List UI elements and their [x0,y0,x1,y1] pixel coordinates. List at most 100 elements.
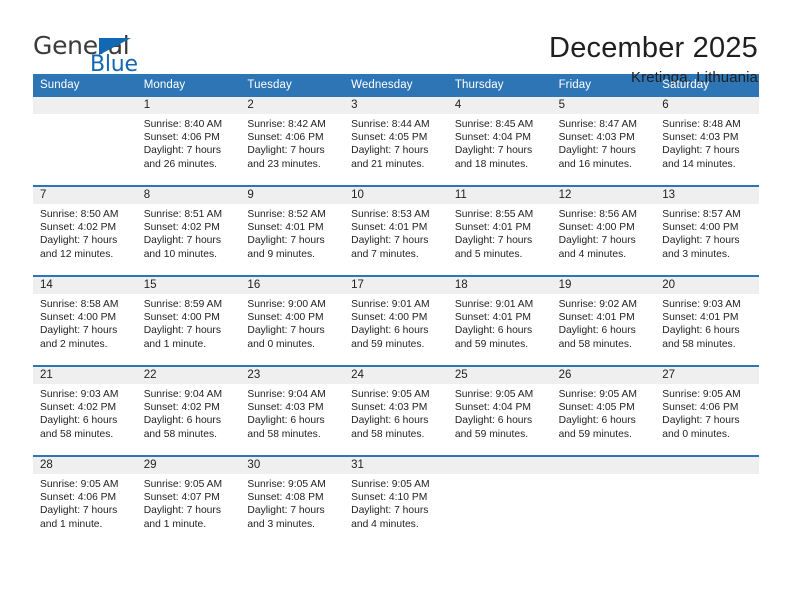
daylight-text: Daylight: 7 hours and 7 minutes. [351,235,429,260]
calendar-day-cell[interactable]: 1 Sunrise: 8:40 AM Sunset: 4:06 PM Daylight… [136,97,241,185]
calendar-day-cell[interactable]: 15 Sunrise: 8:59 AM Sunset: 4:00 PM Dayligh… [136,277,241,365]
day-number: 25 [447,367,552,384]
sunrise-text: Sunrise: 9:05 AM [143,479,223,490]
daylight-text: Daylight: 7 hours and 23 minutes. [247,145,325,170]
calendar-day-cell[interactable]: 12 Sunrise: 8:56 AM Sunset: 4:00 PM Dayligh… [551,187,656,275]
day-details: Sunrise: 8:52 AM Sunset: 4:01 PM Daylight:… [240,204,344,261]
daylight-text: Daylight: 7 hours and 4 minutes. [351,505,429,530]
calendar-day-cell[interactable]: 17 Sunrise: 9:01 AM Sunset: 4:00 PM Dayligh… [344,277,448,365]
calendar-day-cell[interactable]: 20 Sunrise: 9:03 AM Sunset: 4:01 PM Dayligh… [655,277,759,365]
calendar-day-cell[interactable]: 22 Sunrise: 9:04 AM Sunset: 4:02 PM Dayligh… [136,367,241,455]
day-number: 2 [240,97,345,114]
calendar-day-cell[interactable]: 11 Sunrise: 8:55 AM Sunset: 4:01 PM Dayligh… [447,187,552,275]
daylight-text: Daylight: 7 hours and 16 minutes. [558,145,636,170]
calendar-day-cell[interactable]: 18 Sunrise: 9:01 AM Sunset: 4:01 PM Dayligh… [447,277,552,365]
day-number: 23 [240,367,345,384]
calendar-day-cell[interactable]: 24 Sunrise: 9:05 AM Sunset: 4:03 PM Dayligh… [344,367,448,455]
page-header: General Blue December 2025 Kretinga, Lit… [0,0,792,86]
weekday-tuesday: Tuesday [247,79,292,91]
day-number: 19 [551,277,656,294]
day-details: Sunrise: 8:50 AM Sunset: 4:02 PM Daylight:… [33,204,137,261]
sunrise-text: Sunrise: 9:03 AM [40,389,119,400]
calendar-day-cell[interactable]: 27 Sunrise: 9:05 AM Sunset: 4:06 PM Dayligh… [655,367,759,455]
day-number: 1 [136,97,241,114]
calendar-day-cell[interactable]: 31 Sunrise: 9:05 AM Sunset: 4:10 PM Dayligh… [344,457,448,545]
day-details: Sunrise: 9:02 AM Sunset: 4:01 PM Daylight:… [552,294,656,351]
daylight-text: Daylight: 6 hours and 59 minutes. [454,325,533,350]
day-number [447,457,552,474]
sunset-text: Sunset: 4:05 PM [351,132,428,144]
generalblue-logo[interactable]: General Blue [33,30,168,76]
calendar-day-cell[interactable]: 8 Sunrise: 8:51 AM Sunset: 4:02 PM Daylight… [136,187,241,275]
daylight-text: Daylight: 6 hours and 58 minutes. [247,415,325,440]
sunset-text: Sunset: 4:07 PM [143,492,220,504]
daylight-text: Daylight: 6 hours and 59 minutes. [558,415,636,440]
day-number: 30 [240,457,345,474]
sunrise-text: Sunrise: 8:56 AM [558,209,637,220]
calendar-day-cell-empty [33,97,137,185]
sunrise-text: Sunrise: 8:40 AM [143,119,223,130]
day-number [33,97,137,114]
sunset-text: Sunset: 4:00 PM [558,222,635,234]
day-number: 16 [240,277,345,294]
calendar-day-cell[interactable]: 21 Sunrise: 9:03 AM Sunset: 4:02 PM Dayligh… [33,367,137,455]
day-details: Sunrise: 9:00 AM Sunset: 4:00 PM Daylight:… [240,294,344,351]
sunset-text: Sunset: 4:00 PM [351,312,428,324]
day-number: 8 [136,187,241,204]
sunset-text: Sunset: 4:06 PM [143,132,220,144]
daylight-text: Daylight: 6 hours and 58 minutes. [351,415,429,440]
sunset-text: Sunset: 4:00 PM [143,312,220,324]
sunrise-text: Sunrise: 9:05 AM [351,389,430,400]
daylight-text: Daylight: 7 hours and 12 minutes. [40,235,118,260]
calendar-day-cell[interactable]: 25 Sunrise: 9:05 AM Sunset: 4:04 PM Dayligh… [447,367,552,455]
sunrise-text: Sunrise: 9:05 AM [454,389,534,400]
day-number: 7 [33,187,137,204]
day-details: Sunrise: 8:55 AM Sunset: 4:01 PM Daylight:… [448,204,552,261]
day-number: 5 [551,97,656,114]
sunrise-text: Sunrise: 9:05 AM [247,479,326,490]
daylight-text: Daylight: 6 hours and 58 minutes. [558,325,636,350]
day-number: 26 [551,367,656,384]
day-details: Sunrise: 8:44 AM Sunset: 4:05 PM Daylight:… [344,114,448,171]
daylight-text: Daylight: 7 hours and 26 minutes. [143,145,221,170]
calendar-day-cell[interactable]: 7 Sunrise: 8:50 AM Sunset: 4:02 PM Daylight… [33,187,137,275]
sunset-text: Sunset: 4:00 PM [40,312,117,324]
day-details: Sunrise: 8:58 AM Sunset: 4:00 PM Daylight:… [33,294,137,351]
calendar-day-cell[interactable]: 4 Sunrise: 8:45 AM Sunset: 4:04 PM Daylight… [447,97,552,185]
calendar-day-cell[interactable]: 28 Sunrise: 9:05 AM Sunset: 4:06 PM Dayligh… [33,457,137,545]
calendar-day-cell[interactable]: 23 Sunrise: 9:04 AM Sunset: 4:03 PM Dayligh… [240,367,345,455]
calendar-day-cell[interactable]: 19 Sunrise: 9:02 AM Sunset: 4:01 PM Dayligh… [551,277,656,365]
sunrise-text: Sunrise: 9:05 AM [351,479,430,490]
calendar-day-cell[interactable]: 13 Sunrise: 8:57 AM Sunset: 4:00 PM Dayligh… [655,187,759,275]
daylight-text: Daylight: 6 hours and 58 minutes. [143,415,221,440]
day-details: Sunrise: 8:56 AM Sunset: 4:00 PM Daylight:… [552,204,656,261]
day-details: Sunrise: 8:59 AM Sunset: 4:00 PM Daylight:… [137,294,241,351]
day-details: Sunrise: 9:05 AM Sunset: 4:04 PM Daylight:… [448,384,552,441]
sunrise-text: Sunrise: 9:04 AM [143,389,223,400]
sunset-text: Sunset: 4:02 PM [40,402,117,414]
calendar-day-cell[interactable]: 30 Sunrise: 9:05 AM Sunset: 4:08 PM Dayligh… [240,457,345,545]
calendar-day-cell[interactable]: 2 Sunrise: 8:42 AM Sunset: 4:06 PM Daylight… [240,97,345,185]
sunset-text: Sunset: 4:01 PM [558,312,635,324]
calendar-day-cell[interactable]: 9 Sunrise: 8:52 AM Sunset: 4:01 PM Daylight… [240,187,345,275]
sunrise-text: Sunrise: 8:42 AM [247,119,326,130]
calendar-day-cell[interactable]: 26 Sunrise: 9:05 AM Sunset: 4:05 PM Dayligh… [551,367,656,455]
calendar-day-cell[interactable]: 5 Sunrise: 8:47 AM Sunset: 4:03 PM Daylight… [551,97,656,185]
calendar-day-cell[interactable]: 14 Sunrise: 8:58 AM Sunset: 4:00 PM Dayligh… [33,277,137,365]
sunrise-text: Sunrise: 9:00 AM [247,299,326,310]
day-details: Sunrise: 9:05 AM Sunset: 4:06 PM Daylight:… [655,384,759,441]
calendar-day-cell[interactable]: 6 Sunrise: 8:48 AM Sunset: 4:03 PM Daylight… [655,97,759,185]
calendar-day-cell[interactable]: 16 Sunrise: 9:00 AM Sunset: 4:00 PM Dayligh… [240,277,345,365]
daylight-text: Daylight: 7 hours and 1 minute. [143,505,221,530]
daylight-text: Daylight: 7 hours and 5 minutes. [454,235,533,260]
daylight-text: Daylight: 7 hours and 1 minute. [143,325,221,350]
daylight-text: Daylight: 7 hours and 3 minutes. [247,505,325,530]
sunset-text: Sunset: 4:06 PM [662,402,739,414]
calendar-day-cell[interactable]: 10 Sunrise: 8:53 AM Sunset: 4:01 PM Dayligh… [344,187,448,275]
calendar-week-row: 1 Sunrise: 8:40 AM Sunset: 4:06 PM Daylight… [33,97,759,185]
sunset-text: Sunset: 4:03 PM [662,132,739,144]
logo-text-blue: Blue [90,52,138,77]
calendar-day-cell[interactable]: 3 Sunrise: 8:44 AM Sunset: 4:05 PM Daylight… [344,97,448,185]
sunrise-text: Sunrise: 8:45 AM [454,119,534,130]
calendar-day-cell[interactable]: 29 Sunrise: 9:05 AM Sunset: 4:07 PM Dayligh… [136,457,241,545]
